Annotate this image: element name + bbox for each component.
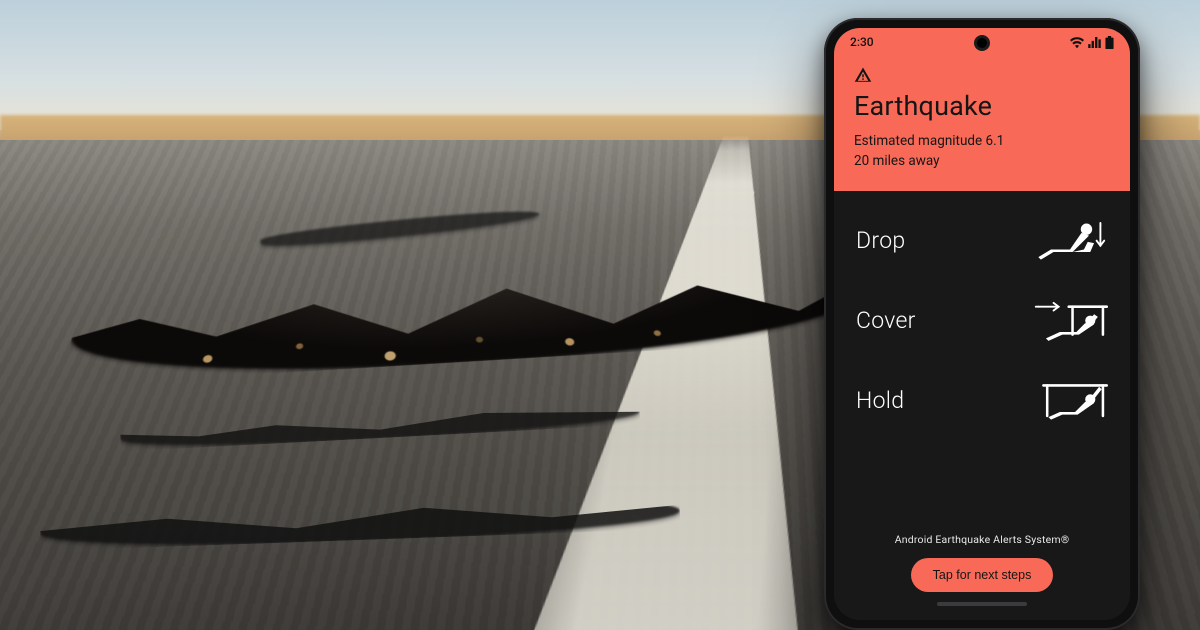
warning-triangle-icon [854, 66, 872, 84]
step-drop: Drop [856, 217, 1108, 263]
alert-subtext: Estimated magnitude 6.1 20 miles away [854, 132, 1110, 171]
instructions-list: Drop [834, 191, 1130, 525]
step-hold: Hold [856, 377, 1108, 423]
battery-icon [1105, 36, 1114, 49]
alert-header: Earthquake Estimated magnitude 6.1 20 mi… [834, 56, 1130, 191]
system-label: Android Earthquake Alerts System® [834, 533, 1130, 546]
next-steps-button[interactable]: Tap for next steps [911, 558, 1054, 592]
drop-icon [1032, 217, 1108, 263]
status-icons [1070, 36, 1114, 49]
step-cover: Cover [856, 297, 1108, 343]
cover-icon [1032, 297, 1108, 343]
phone-frame: 2:30 Earthquake [824, 18, 1140, 630]
composite-scene: 2:30 Earthquake [0, 0, 1200, 630]
alert-distance: 20 miles away [854, 152, 1110, 172]
wifi-icon [1070, 37, 1084, 48]
status-time: 2:30 [850, 35, 874, 49]
signal-icon [1088, 37, 1101, 48]
alert-title: Earthquake [854, 90, 1110, 122]
step-label: Cover [856, 307, 916, 334]
step-label: Drop [856, 227, 905, 254]
alert-magnitude: Estimated magnitude 6.1 [854, 132, 1110, 152]
phone-screen: 2:30 Earthquake [834, 28, 1130, 620]
alert-footer: Android Earthquake Alerts System® Tap fo… [834, 525, 1130, 620]
hold-icon [1032, 377, 1108, 423]
step-label: Hold [856, 387, 904, 414]
front-camera [977, 38, 987, 48]
home-indicator[interactable] [937, 602, 1027, 606]
